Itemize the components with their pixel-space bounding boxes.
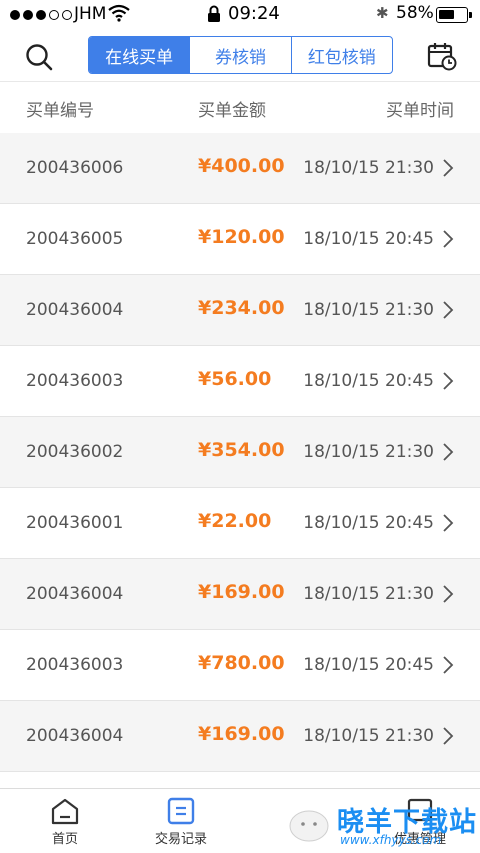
order-amount: ¥22.00 bbox=[198, 510, 272, 532]
order-id: 200436003 bbox=[26, 371, 124, 391]
search-icon[interactable] bbox=[24, 42, 54, 72]
top-nav: 在线买单 券核销 红包核销 bbox=[0, 30, 480, 82]
column-headers: 买单编号 买单金额 买单时间 bbox=[0, 83, 480, 133]
carrier-name: JHM bbox=[74, 4, 107, 24]
order-amount: ¥234.00 bbox=[198, 297, 285, 319]
order-amount: ¥169.00 bbox=[198, 723, 285, 745]
order-time: 18/10/15 21:30 bbox=[303, 442, 434, 462]
list-item[interactable]: 200436006 ¥400.00 18/10/15 21:30 bbox=[0, 133, 480, 204]
order-id: 200436002 bbox=[26, 442, 124, 462]
order-time: 18/10/15 20:45 bbox=[303, 371, 434, 391]
sheep-logo-icon bbox=[289, 810, 329, 842]
chevron-right-icon bbox=[443, 727, 454, 745]
list-item[interactable]: 200436004 ¥169.00 18/10/15 21:30 bbox=[0, 559, 480, 630]
order-id: 200436005 bbox=[26, 229, 124, 249]
lock-icon bbox=[208, 5, 220, 22]
battery-percentage: 58% bbox=[396, 3, 434, 23]
tab-online-order[interactable]: 在线买单 bbox=[89, 37, 190, 73]
battery-icon bbox=[436, 7, 472, 23]
transaction-record-icon bbox=[167, 797, 195, 825]
order-time: 18/10/15 21:30 bbox=[303, 158, 434, 178]
list-item[interactable]: 200436002 ¥354.00 18/10/15 21:30 bbox=[0, 417, 480, 488]
column-header-order-id: 买单编号 bbox=[26, 101, 94, 121]
column-header-time: 买单时间 bbox=[386, 101, 454, 121]
order-time: 18/10/15 20:45 bbox=[303, 513, 434, 533]
order-time: 18/10/15 21:30 bbox=[303, 300, 434, 320]
chevron-right-icon bbox=[443, 443, 454, 461]
chevron-right-icon bbox=[443, 230, 454, 248]
order-id: 200436004 bbox=[26, 300, 124, 320]
order-time: 18/10/15 21:30 bbox=[303, 726, 434, 746]
home-icon bbox=[51, 798, 79, 825]
order-amount: ¥56.00 bbox=[198, 368, 272, 390]
status-bar: JHM 09:24 ✱ 58% bbox=[0, 0, 480, 30]
chevron-right-icon bbox=[443, 159, 454, 177]
order-time: 18/10/15 20:45 bbox=[303, 655, 434, 675]
chevron-right-icon bbox=[443, 514, 454, 532]
calendar-clock-icon[interactable] bbox=[427, 41, 457, 71]
tab-red-packet-redeem[interactable]: 红包核销 bbox=[290, 37, 392, 73]
list-item[interactable]: 200436004 ¥234.00 18/10/15 21:30 bbox=[0, 275, 480, 346]
tab-home[interactable]: 首页 bbox=[25, 797, 105, 847]
order-id: 200436003 bbox=[26, 655, 124, 675]
chevron-right-icon bbox=[443, 301, 454, 319]
order-time: 18/10/15 21:30 bbox=[303, 584, 434, 604]
order-id: 200436004 bbox=[26, 726, 124, 746]
bluetooth-icon: ✱ bbox=[376, 4, 389, 22]
watermark-url: www.xfhyys.com bbox=[340, 833, 442, 847]
order-time: 18/10/15 20:45 bbox=[303, 229, 434, 249]
list-item[interactable]: 200436001 ¥22.00 18/10/15 20:45 bbox=[0, 488, 480, 559]
order-amount: ¥169.00 bbox=[198, 581, 285, 603]
chevron-right-icon bbox=[443, 585, 454, 603]
column-header-amount: 买单金额 bbox=[198, 101, 266, 121]
order-amount: ¥120.00 bbox=[198, 226, 285, 248]
order-list: 200436006 ¥400.00 18/10/15 21:30 2004360… bbox=[0, 133, 480, 772]
order-id: 200436006 bbox=[26, 158, 124, 178]
order-id: 200436004 bbox=[26, 584, 124, 604]
list-item[interactable]: 200436003 ¥780.00 18/10/15 20:45 bbox=[0, 630, 480, 701]
tab-coupon-redeem[interactable]: 券核销 bbox=[189, 37, 290, 73]
order-amount: ¥400.00 bbox=[198, 155, 285, 177]
order-amount: ¥354.00 bbox=[198, 439, 285, 461]
tab-transactions-label: 交易记录 bbox=[154, 832, 207, 847]
segmented-control: 在线买单 券核销 红包核销 bbox=[88, 36, 393, 74]
tab-transactions[interactable]: 交易记录 bbox=[141, 797, 221, 847]
chevron-right-icon bbox=[443, 372, 454, 390]
order-amount: ¥780.00 bbox=[198, 652, 285, 674]
watermark: 晓羊下载站 www.xfhyys.com bbox=[280, 798, 480, 853]
signal-strength-icon bbox=[10, 10, 72, 20]
chevron-right-icon bbox=[443, 656, 454, 674]
list-item[interactable]: 200436003 ¥56.00 18/10/15 20:45 bbox=[0, 346, 480, 417]
list-item[interactable]: 200436004 ¥169.00 18/10/15 21:30 bbox=[0, 701, 480, 772]
clock: 09:24 bbox=[228, 3, 280, 24]
tab-home-label: 首页 bbox=[51, 832, 78, 847]
list-item[interactable]: 200436005 ¥120.00 18/10/15 20:45 bbox=[0, 204, 480, 275]
wifi-icon bbox=[108, 4, 130, 22]
order-id: 200436001 bbox=[26, 513, 124, 533]
